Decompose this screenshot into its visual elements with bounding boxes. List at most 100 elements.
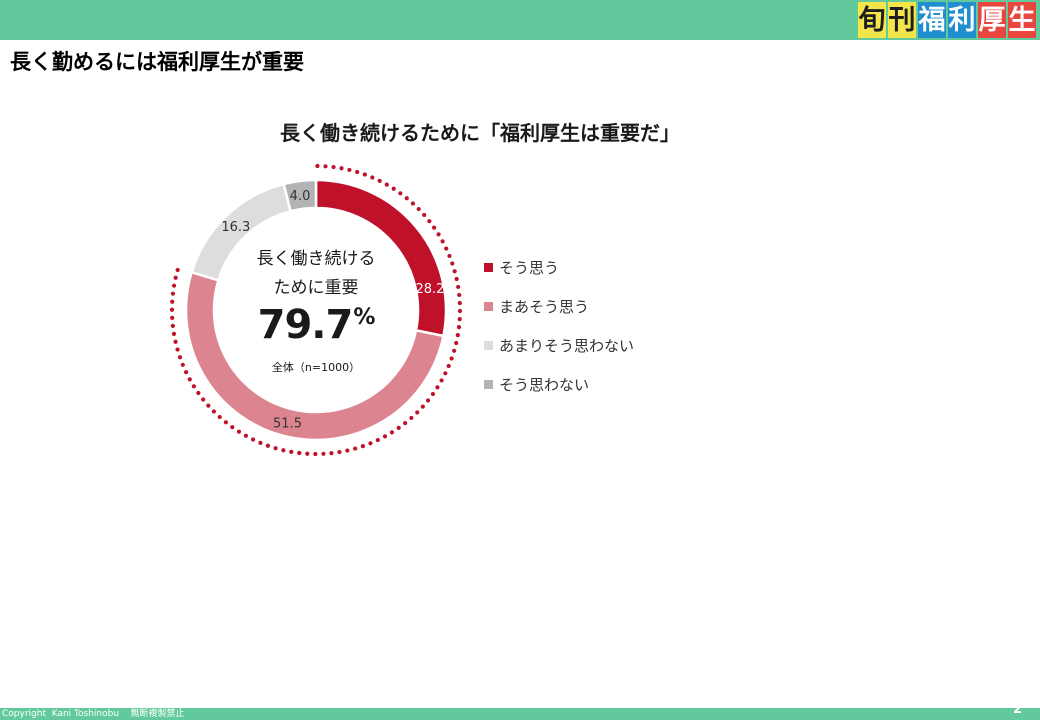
highlight-dot	[452, 269, 457, 274]
highlight-dot	[456, 325, 462, 330]
highlight-dot	[337, 449, 342, 455]
center-percentage-value: 79.7	[257, 302, 354, 348]
highlight-dot	[355, 169, 360, 175]
highlight-dot	[223, 420, 228, 425]
legend-label: あまりそう思わない	[499, 337, 635, 355]
highlight-dot	[211, 409, 216, 414]
highlight-dot	[384, 182, 389, 187]
highlight-dot	[353, 446, 358, 451]
center-label-line1: 長く働き続ける	[256, 249, 376, 269]
logo-char: 旬	[858, 2, 886, 38]
center-percentage-unit: %	[353, 305, 375, 330]
highlight-dot	[329, 451, 334, 456]
highlight-dot	[456, 284, 461, 290]
highlight-dot	[443, 371, 448, 376]
top-bar: 旬 刊 福 利 厚 生	[0, 0, 1040, 40]
highlight-dot	[345, 448, 350, 453]
copyright-text: Copyright Kani Toshinobu 無断複製禁止	[2, 709, 185, 719]
legend-swatch	[484, 341, 493, 350]
highlight-dot	[439, 378, 444, 383]
highlight-dot	[454, 340, 459, 346]
highlight-dot	[432, 225, 437, 230]
legend-swatch	[484, 380, 493, 389]
legend-label: そう思う	[499, 259, 560, 277]
highlight-dot	[410, 201, 415, 206]
highlight-dot	[444, 246, 449, 251]
highlight-dot	[187, 377, 192, 382]
highlight-dot	[368, 441, 373, 446]
highlight-dot	[175, 347, 180, 352]
highlight-dot	[265, 443, 271, 448]
highlight-dot	[375, 437, 380, 443]
highlight-dot	[457, 292, 462, 298]
footer-bar: Copyright Kani Toshinobu 無断複製禁止 2	[0, 702, 1040, 720]
logo: 旬 刊 福 利 厚 生	[858, 2, 1036, 38]
highlight-dot	[323, 164, 328, 169]
slice-value-label: 4.0	[290, 189, 311, 204]
highlight-dot	[170, 315, 175, 320]
highlight-dot	[313, 451, 318, 457]
highlight-dot	[339, 166, 344, 171]
highlight-dot	[243, 433, 249, 438]
highlight-dot	[236, 429, 242, 434]
legend-item: そう思わない	[484, 365, 634, 404]
legend-item: あまりそう思わない	[484, 326, 634, 365]
highlight-dot	[305, 451, 310, 456]
highlight-dot	[440, 239, 445, 244]
highlight-dot	[415, 410, 420, 415]
highlight-dot	[422, 212, 427, 218]
highlight-dot	[169, 307, 175, 312]
highlight-dot	[331, 164, 336, 170]
center-label-line2: ために重要	[273, 278, 359, 298]
legend-swatch	[484, 302, 493, 311]
highlight-dot	[177, 355, 183, 360]
highlight-dot	[435, 385, 440, 390]
highlight-dot	[457, 316, 462, 322]
highlight-dot	[452, 348, 457, 353]
highlight-dot	[347, 167, 352, 173]
slice-value-label: 28.2	[415, 282, 444, 297]
highlight-dot	[457, 308, 463, 314]
highlight-dot	[382, 434, 388, 439]
highlight-dot	[377, 178, 382, 183]
highlight-dot	[175, 267, 180, 273]
highlight-dot	[370, 175, 375, 180]
highlight-dot	[273, 446, 278, 451]
slice-value-label: 51.5	[273, 416, 302, 431]
highlight-dot	[173, 275, 178, 280]
highlight-dot	[389, 430, 395, 435]
center-sample-note: 全体（n=1000）	[271, 361, 361, 374]
highlight-dot	[396, 425, 401, 430]
highlight-dot	[454, 276, 459, 282]
highlight-dot	[289, 449, 294, 454]
highlight-dot	[180, 362, 185, 367]
highlight-dot	[170, 299, 175, 304]
highlight-dot	[455, 333, 460, 338]
logo-char: 生	[1008, 2, 1036, 38]
highlight-dot	[391, 186, 396, 191]
legend: そう思う まあそう思う あまりそう思わない そう思わない	[484, 248, 634, 404]
legend-label: まあそう思う	[499, 298, 590, 316]
highlight-dot	[362, 172, 367, 177]
highlight-dot	[170, 291, 176, 296]
highlight-dot	[184, 370, 189, 375]
legend-item: まあそう思う	[484, 287, 634, 326]
highlight-dot	[258, 440, 263, 445]
highlight-dot	[230, 425, 235, 430]
highlight-dot	[457, 300, 462, 306]
highlight-dot	[196, 390, 201, 396]
highlight-dot	[398, 191, 403, 196]
legend-label: そう思わない	[499, 376, 590, 394]
highlight-dot	[297, 450, 302, 456]
highlight-dot	[447, 253, 452, 259]
highlight-dot	[420, 404, 425, 409]
highlight-dot	[360, 444, 365, 449]
highlight-dot	[170, 323, 175, 328]
highlight-dot	[427, 219, 432, 224]
legend-item: そう思う	[484, 248, 634, 287]
logo-char: 福	[918, 2, 946, 38]
highlight-dot	[171, 331, 177, 336]
highlight-dot	[173, 339, 178, 344]
highlight-dot	[250, 437, 256, 442]
highlight-dot	[321, 451, 326, 456]
